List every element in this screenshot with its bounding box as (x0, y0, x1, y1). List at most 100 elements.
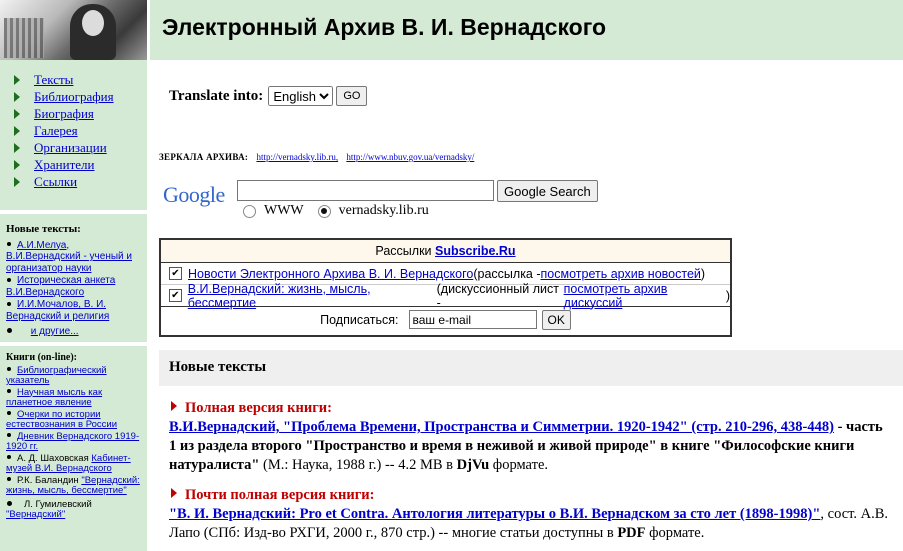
row-text: (дискуссионный лист - (436, 281, 559, 310)
more-link[interactable]: и другие... (31, 326, 79, 337)
bullet-icon (7, 500, 12, 506)
radio-site-label: vernadsky.lib.ru (338, 203, 429, 218)
mirror-link-1[interactable]: http://vernadsky.lib.ru, (256, 152, 338, 162)
entry-desc: формате. (645, 525, 705, 541)
subscribe-header-text: Рассылки (375, 244, 435, 258)
list-item: А.И.Мелуа, В.И.Вернадский - ученый и орг… (6, 240, 142, 275)
nav-link-organizations[interactable]: Организации (34, 139, 107, 156)
list-item: Дневник Вернадского 1919-1920 гг. (6, 431, 140, 453)
entry-desc: формате. (489, 457, 549, 473)
new-texts-section-header: Новые тексты (159, 350, 903, 386)
triangle-bullet-icon (14, 176, 20, 187)
book-link[interactable]: Дневник Вернадского 1919-1920 гг. (6, 431, 139, 453)
radio-site[interactable] (317, 204, 331, 218)
discussion-list-link[interactable]: В.И.Вернадский: жизнь, мысль, бессмертие (188, 282, 437, 310)
bullet-icon (7, 328, 12, 334)
entry-title-link[interactable]: "В. И. Вернадский: Pro et Contra. Антоло… (169, 506, 820, 522)
entry-label: Почти полная версия книги: (185, 487, 375, 503)
nav-item-texts: Тексты (14, 71, 114, 88)
bullet-icon (7, 277, 11, 282)
nav-link-links[interactable]: Ссылки (34, 173, 77, 190)
subscribe-box: Рассылки Subscribe.Ru ✔ Новости Электрон… (159, 238, 732, 337)
bullet-icon (7, 411, 11, 416)
mirrors-label: ЗЕРКАЛА АРХИВА: (159, 152, 249, 162)
translate-form: Translate into: English GO (169, 86, 368, 106)
google-logo-text: Google (163, 182, 225, 207)
bookshelf-image-detail (4, 18, 44, 58)
new-text-link[interactable]: И.И.Мочалов, В. И. Вернадский и религия (6, 299, 109, 322)
new-text-link[interactable]: А.И.Мелуа, В.И.Вернадский - ученый и орг… (6, 240, 132, 274)
books-box: Книги (on-line): Библиографический указа… (6, 352, 140, 522)
nav-item-keepers: Хранители (14, 156, 114, 173)
book-link[interactable]: Научная мысль как планетное явление (6, 387, 102, 409)
subscribe-header: Рассылки Subscribe.Ru (161, 240, 730, 263)
checkbox-news[interactable]: ✔ (169, 267, 182, 280)
book-author: Р.К. Баландин (17, 474, 82, 486)
page-title: Электронный Архив В. И. Вернадского (162, 14, 607, 40)
nav-link-texts[interactable]: Тексты (34, 71, 73, 88)
nav-link-bibliography[interactable]: Библиография (34, 88, 114, 105)
entry-desc: (М.: Наука, 1988 г.) -- 4.2 MB в (259, 457, 457, 473)
nav-link-gallery[interactable]: Галерея (34, 122, 78, 139)
discussion-archive-link[interactable]: посмотреть архив дискуссий (564, 282, 726, 310)
radio-www-label: WWW (264, 203, 304, 218)
email-field[interactable] (408, 310, 537, 329)
book-link[interactable]: Очерки по истории естествознания в Росси… (6, 409, 117, 431)
google-search-input[interactable] (237, 180, 494, 201)
book-link[interactable]: "Вернадский" (6, 509, 65, 520)
new-text-link[interactable]: Историческая анкета В.И.Вернадского (6, 275, 115, 298)
section-title: Новые тексты (169, 359, 267, 375)
nav-link-biography[interactable]: Биография (34, 105, 94, 122)
bullet-icon (7, 455, 11, 460)
news-list-link[interactable]: Новости Электронного Архива В. И. Вернад… (188, 267, 473, 281)
new-texts-box: Новые тексты: А.И.Мелуа, В.И.Вернадский … (6, 223, 142, 339)
triangle-bullet-icon (14, 125, 20, 136)
radio-www[interactable] (243, 204, 256, 218)
new-texts-heading: Новые тексты: (6, 223, 81, 235)
subscribe-row: ✔ В.И.Вернадский: жизнь, мысль, бессмерт… (161, 281, 730, 310)
subscribe-ru-link[interactable]: Subscribe.Ru (435, 244, 516, 258)
bullet-icon (7, 389, 11, 394)
nav-link-keepers[interactable]: Хранители (34, 156, 94, 173)
bullet-icon (7, 301, 11, 306)
ok-button[interactable]: OK (541, 309, 571, 330)
sidebar: Тексты Библиография Биография Галерея Ор… (0, 0, 147, 551)
book-author: Л. Гумилевский (24, 498, 92, 510)
triangle-bullet-icon (14, 91, 20, 102)
bullet-icon (7, 433, 11, 438)
entry-format: DjVu (456, 457, 490, 473)
translate-label: Translate into: (169, 87, 264, 104)
list-item: Л. Гумилевский "Вернадский" (6, 498, 140, 521)
list-item: Библиографический указатель (6, 365, 140, 387)
subscribe-label: Подписаться: (320, 312, 399, 327)
nav-item-biography: Биография (14, 105, 114, 122)
row-text: ) (700, 266, 706, 281)
language-select[interactable]: English (268, 86, 334, 106)
news-archive-link[interactable]: посмотреть архив новостей (541, 267, 701, 281)
triangle-bullet-icon (14, 142, 20, 153)
checkbox-discussion[interactable]: ✔ (169, 289, 182, 302)
subscribe-form: Подписаться: OK (161, 307, 730, 332)
nav-item-bibliography: Библиография (14, 88, 114, 105)
book-link[interactable]: Библиографический указатель (6, 365, 107, 387)
mirrors-line: ЗЕРКАЛА АРХИВА: http://vernadsky.lib.ru,… (159, 152, 474, 162)
triangle-bullet-icon (14, 74, 20, 85)
entry-title-link[interactable]: В.И.Вернадский, "Проблема Времени, Прост… (169, 419, 834, 435)
news-entry: Почти полная версия книги: "В. И. Вернад… (169, 486, 889, 543)
mirror-link-2[interactable]: http://www.nbuv.gov.ua/vernadsky/ (346, 152, 474, 162)
sidebar-divider (0, 342, 147, 346)
page-header: Электронный Архив В. И. Вернадского (150, 0, 903, 60)
entry-label: Полная версия книги: (185, 400, 332, 416)
list-item: и другие... (6, 326, 142, 338)
nav-item-links: Ссылки (14, 173, 114, 190)
main-nav: Тексты Библиография Биография Галерея Ор… (14, 71, 114, 190)
news-entry: Полная версия книги: В.И.Вернадский, "Пр… (169, 399, 889, 475)
list-item: Р.К. Баландин "Вернадский: жизнь, мысль,… (6, 474, 140, 497)
list-item: И.И.Мочалов, В. И. Вернадский и религия (6, 299, 142, 322)
vernadsky-portrait-image (0, 0, 147, 60)
go-button[interactable]: GO (336, 86, 368, 106)
bullet-icon (7, 367, 11, 372)
row-text: (рассылка - (473, 266, 541, 281)
google-search-button[interactable]: Google Search (497, 180, 598, 202)
list-item: Очерки по истории естествознания в Росси… (6, 409, 140, 431)
